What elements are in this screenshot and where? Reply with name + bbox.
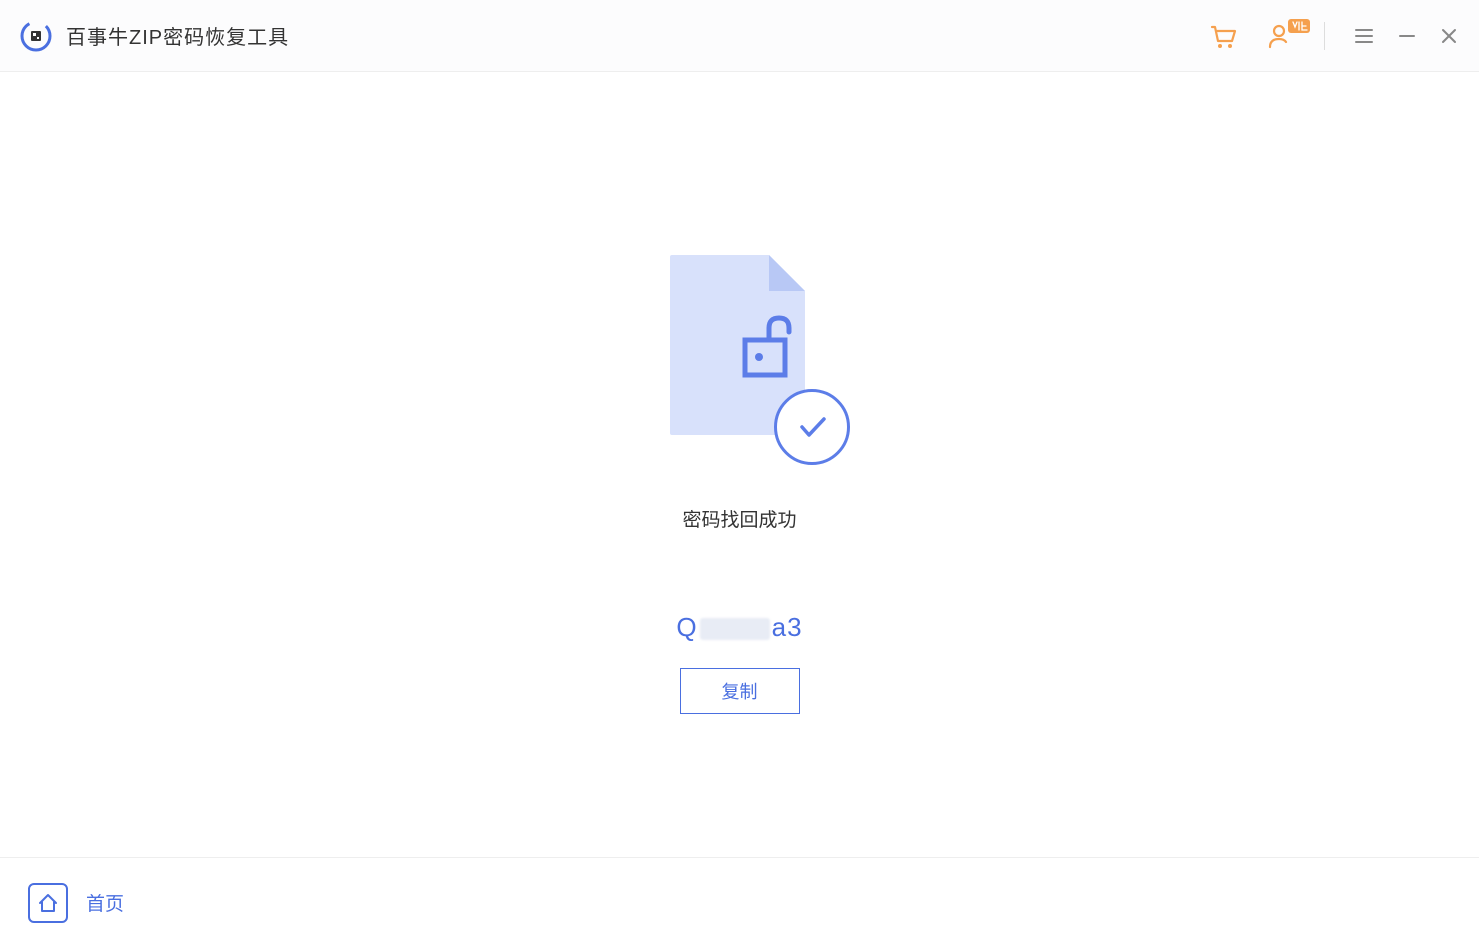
minimize-button[interactable] — [1397, 26, 1417, 46]
header-right — [1208, 21, 1459, 51]
header-left: 百事牛ZIP密码恢复工具 — [20, 20, 289, 52]
home-button[interactable]: 首页 — [28, 883, 124, 923]
main-content: 密码找回成功 Qa3 复制 — [0, 72, 1479, 857]
menu-icon — [1353, 25, 1375, 47]
password-hidden-part — [700, 618, 770, 640]
recovered-password: Qa3 — [676, 612, 802, 643]
home-icon — [36, 891, 60, 915]
home-label: 首页 — [86, 889, 124, 916]
vip-badge-icon — [1288, 19, 1310, 33]
app-title: 百事牛ZIP密码恢复工具 — [66, 21, 289, 50]
footer: 首页 — [0, 857, 1479, 947]
success-illustration — [640, 255, 840, 455]
header: 百事牛ZIP密码恢复工具 — [0, 0, 1479, 72]
password-part-start: Q — [676, 612, 697, 642]
cart-button[interactable] — [1208, 21, 1238, 51]
window-controls — [1353, 25, 1459, 47]
app-logo-icon — [20, 20, 52, 52]
password-part-end: a3 — [772, 612, 803, 642]
home-icon-wrapper — [28, 883, 68, 923]
close-button[interactable] — [1439, 26, 1459, 46]
copy-button[interactable]: 复制 — [680, 668, 800, 714]
header-divider — [1324, 22, 1325, 50]
status-message: 密码找回成功 — [682, 505, 796, 532]
checkmark-icon — [774, 389, 850, 465]
unlock-icon — [700, 310, 835, 385]
close-icon — [1439, 26, 1459, 46]
menu-button[interactable] — [1353, 25, 1375, 47]
minimize-icon — [1397, 26, 1417, 46]
cart-icon — [1208, 21, 1238, 51]
user-button[interactable] — [1266, 21, 1296, 51]
